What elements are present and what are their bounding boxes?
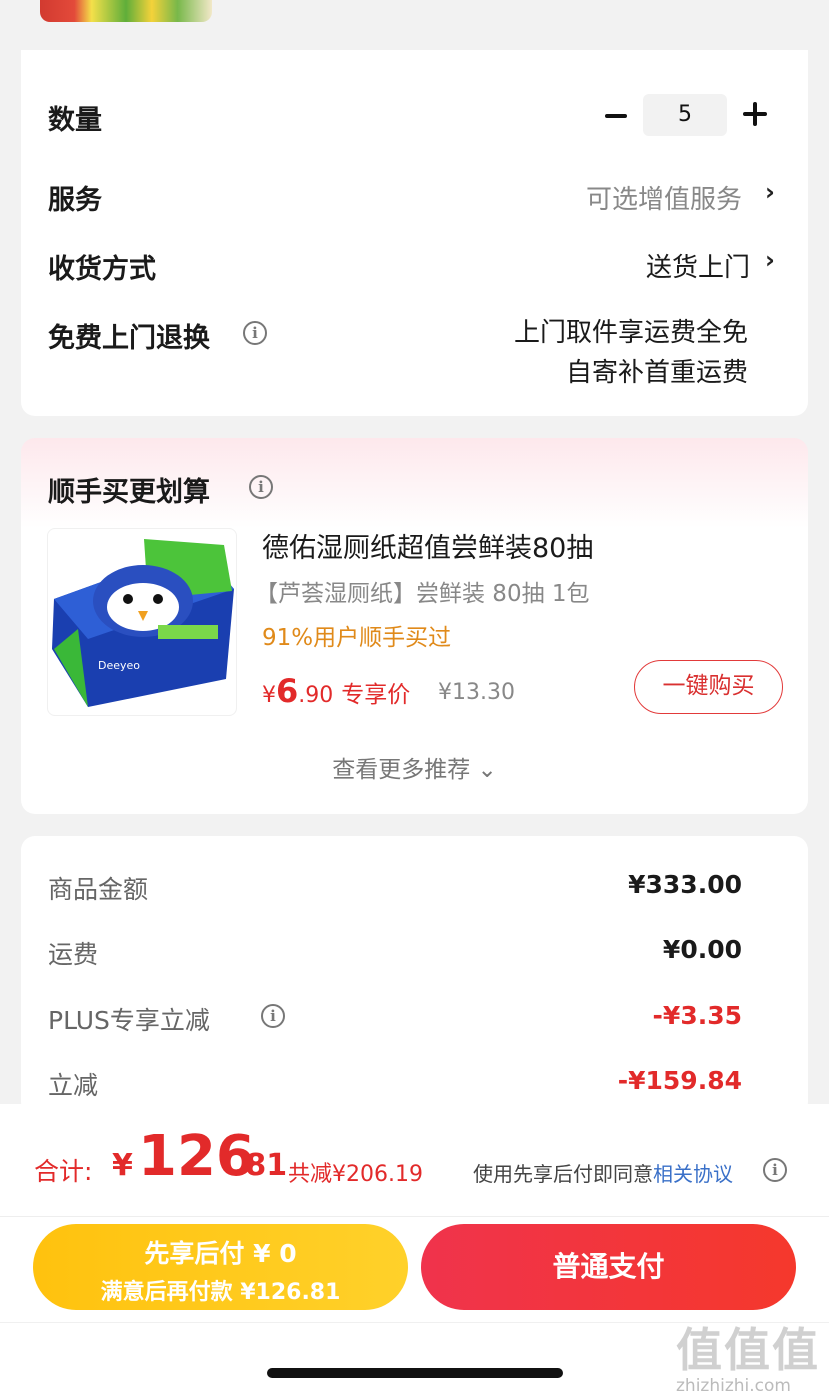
total-saved: 共减¥206.19 xyxy=(288,1162,423,1187)
main-product-thumbnail[interactable] xyxy=(40,0,212,22)
recommend-product-spec: 【芦荟湿厕纸】尝鲜装 80抽 1包 xyxy=(255,581,590,607)
agreement-text: 使用先享后付即同意相关协议 xyxy=(473,1158,733,1187)
recommend-info-icon[interactable]: i xyxy=(249,475,273,499)
recommend-social-proof: 91%用户顺手买过 xyxy=(262,625,452,651)
home-indicator[interactable] xyxy=(267,1368,563,1378)
goods-amount-value: ¥333.00 xyxy=(628,870,742,899)
order-options-card: 数量 5 服务 可选增值服务 › 收货方式 送货上门 › 免费上门退换 i 上门… xyxy=(21,50,808,416)
shipping-value: ¥0.00 xyxy=(662,935,742,964)
plus-discount-label: PLUS专享立减 xyxy=(48,1006,210,1035)
recommend-product-image[interactable]: Deeyeo xyxy=(47,528,237,716)
one-click-buy-button[interactable]: 一键购买 xyxy=(634,660,783,714)
watermark: 值值值 zhizhizhi.com xyxy=(676,1314,826,1395)
svg-text:Deeyeo: Deeyeo xyxy=(98,659,140,672)
normal-pay-button[interactable]: 普通支付 xyxy=(421,1224,796,1310)
total-dec: .81 xyxy=(234,1148,288,1183)
service-value[interactable]: 可选增值服务 xyxy=(586,179,742,216)
return-line-2: 自寄补首重运费 xyxy=(565,358,748,388)
instant-discount-label: 立减 xyxy=(48,1071,99,1100)
recommend-card: 顺手买更划算 i Deeyeo 德佑湿厕纸超值尝鲜装80抽 【芦荟湿厕纸】尝鲜装… xyxy=(21,438,808,814)
price-dec: .90 xyxy=(298,683,334,708)
recommend-original-price: ¥13.30 xyxy=(438,680,515,705)
shipping-label: 运费 xyxy=(48,940,99,969)
instant-discount-value: -¥159.84 xyxy=(617,1066,742,1095)
quantity-input[interactable]: 5 xyxy=(643,94,727,136)
checkout-bar: 合计: ¥ 126 .81 共减¥206.19 使用先享后付即同意相关协议 i … xyxy=(0,1104,829,1395)
pay-later-line-2: 满意后再付款 ¥126.81 xyxy=(100,1280,341,1305)
more-recommendations-link[interactable]: 查看更多推荐 ⌄ xyxy=(21,750,808,784)
total-label: 合计: xyxy=(34,1157,93,1186)
top-strip xyxy=(0,0,829,50)
quantity-label: 数量 xyxy=(48,105,102,136)
return-line-1: 上门取件享运费全免 xyxy=(513,318,748,348)
watermark-logo: 值值值 xyxy=(676,1323,820,1377)
plus-discount-value: -¥3.35 xyxy=(652,1001,742,1030)
delivery-value[interactable]: 送货上门 xyxy=(646,247,750,284)
service-chevron-icon[interactable]: › xyxy=(765,178,775,206)
pay-later-line-1: 先享后付 ¥ 0 xyxy=(144,1239,297,1268)
agreement-prefix: 使用先享后付即同意 xyxy=(473,1162,653,1186)
service-label: 服务 xyxy=(48,185,102,216)
quantity-increase-button[interactable] xyxy=(743,102,767,126)
free-return-label: 免费上门退换 xyxy=(48,323,210,354)
agreement-link[interactable]: 相关协议 xyxy=(653,1162,733,1186)
recommend-price: ¥6.90 专享价 xyxy=(262,672,410,710)
pay-later-button[interactable]: 先享后付 ¥ 0 满意后再付款 ¥126.81 xyxy=(33,1224,408,1310)
agreement-info-icon[interactable]: i xyxy=(763,1158,787,1182)
return-info-icon[interactable]: i xyxy=(243,321,267,345)
recommend-title: 顺手买更划算 xyxy=(48,477,210,508)
price-summary-card: 商品金额 ¥333.00 运费 ¥0.00 PLUS专享立减 i -¥3.35 … xyxy=(21,836,808,1116)
delivery-label: 收货方式 xyxy=(48,254,156,285)
price-tag: 专享价 xyxy=(341,682,411,708)
price-symbol: ¥ xyxy=(262,683,276,708)
total-yen: ¥ xyxy=(112,1148,133,1183)
recommend-product-name[interactable]: 德佑湿厕纸超值尝鲜装80抽 xyxy=(262,526,593,565)
goods-amount-label: 商品金额 xyxy=(48,875,149,904)
divider xyxy=(0,1216,829,1217)
price-int: 6 xyxy=(276,672,299,710)
plus-info-icon[interactable]: i xyxy=(261,1004,285,1028)
quantity-decrease-button[interactable] xyxy=(603,98,629,132)
delivery-chevron-icon[interactable]: › xyxy=(765,246,775,274)
